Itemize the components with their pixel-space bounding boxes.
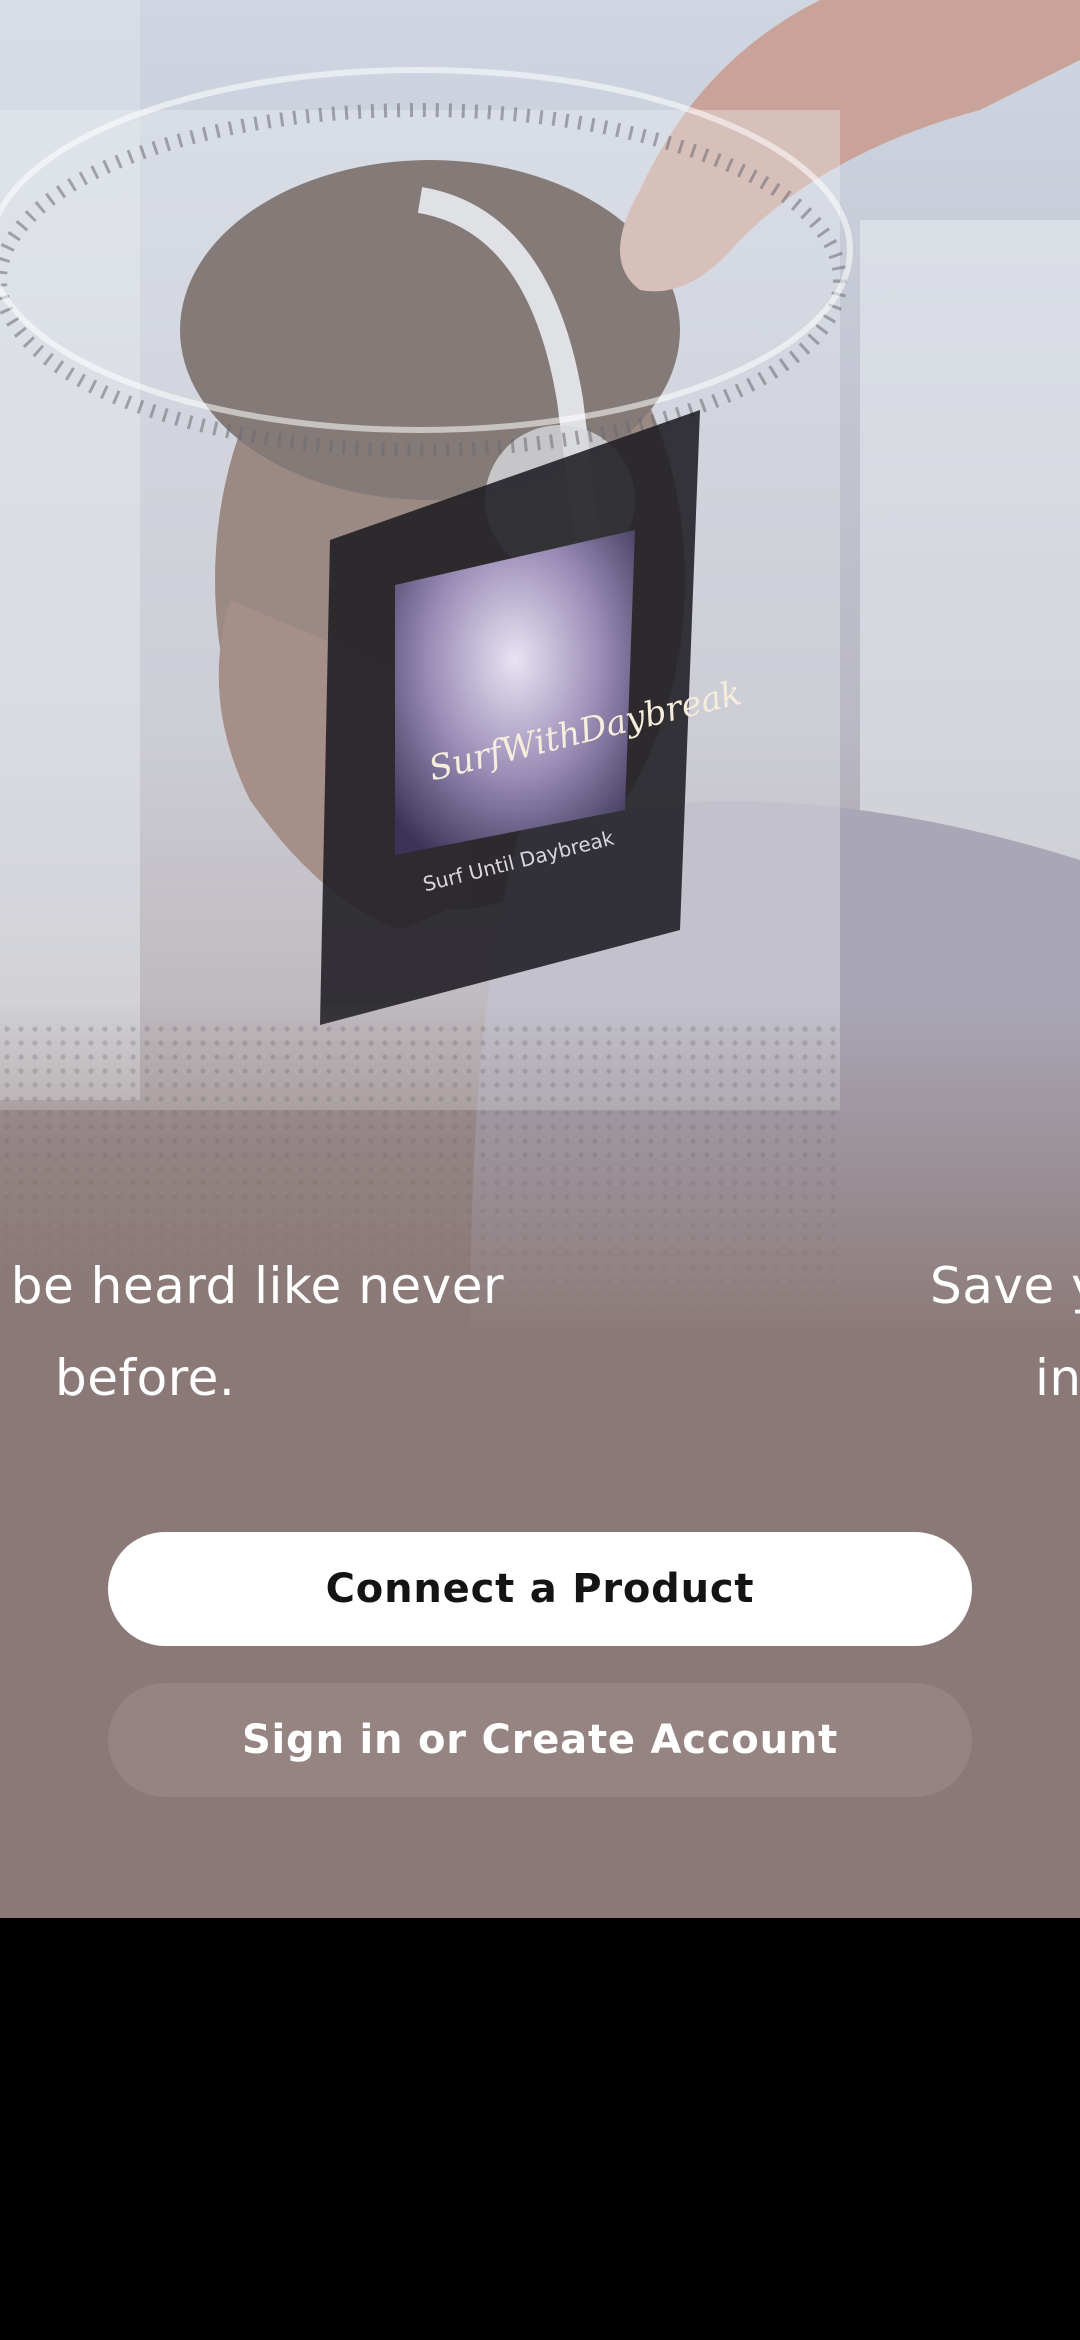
caption-line-2: in <box>1035 1349 1080 1407</box>
hero-illustration: SurfWithDaybreak Surf Until Daybreak <box>0 0 1080 1340</box>
sign-in-create-account-button[interactable]: Sign in or Create Account <box>108 1683 972 1797</box>
connect-product-button[interactable]: Connect a Product <box>108 1532 972 1646</box>
caption-line-1: Save y <box>930 1257 1080 1315</box>
caption-line-1: l be heard like never <box>0 1257 505 1315</box>
hero-image: SurfWithDaybreak Surf Until Daybreak <box>0 0 1080 1340</box>
onboarding-screen: SurfWithDaybreak Surf Until Daybreak l b… <box>0 0 1080 1918</box>
caption-line-2: before. <box>55 1349 236 1407</box>
bottom-blank-area <box>0 1918 1080 2340</box>
